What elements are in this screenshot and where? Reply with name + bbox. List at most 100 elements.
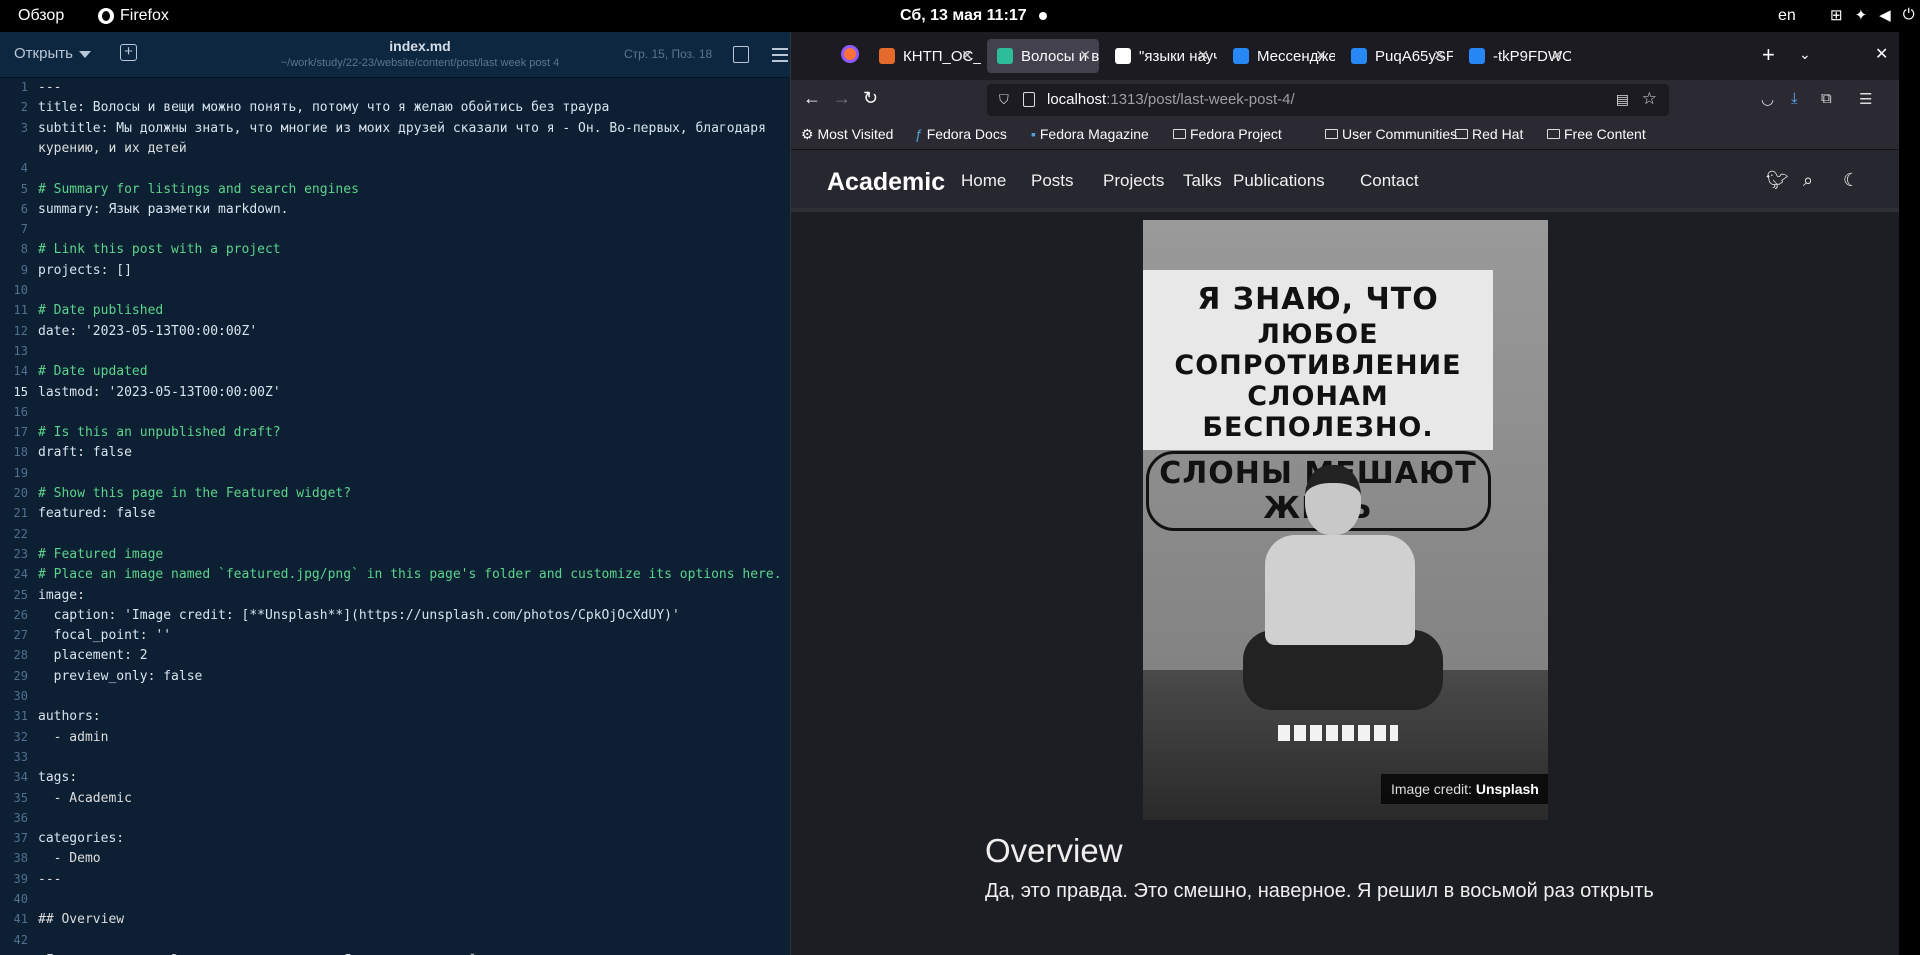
open-button[interactable]: Открыть bbox=[14, 45, 91, 62]
editor-text-area[interactable]: 1 --- 2 title: Волосы и вещи можно понять, … bbox=[0, 78, 790, 955]
nav-link-posts[interactable]: Posts bbox=[1031, 171, 1074, 191]
code-line: placement: 2 bbox=[38, 648, 148, 664]
code-line: title: Волосы и вещи можно понять, потом… bbox=[38, 100, 610, 116]
volume-icon[interactable]: ◀ bbox=[1879, 6, 1891, 24]
bookmark-item[interactable]: ⚙ Most Visited bbox=[801, 126, 893, 143]
navigation-toolbar: ← → ↻ ⛉ localhost:1313/post/last-week-po… bbox=[791, 80, 1899, 120]
yaml-key: date bbox=[38, 323, 70, 339]
tracking-protection-icon[interactable]: ⛉ bbox=[999, 92, 1009, 108]
browser-tab[interactable]: -tkP9FDWOS✕ bbox=[1459, 39, 1571, 73]
new-tab-button[interactable]: + bbox=[1762, 42, 1775, 68]
bookmark-star-icon[interactable]: ☆ bbox=[1642, 89, 1657, 109]
code-line: authors: bbox=[38, 709, 109, 725]
list-all-tabs-icon[interactable]: ⌄ bbox=[1799, 46, 1811, 63]
power-icon[interactable]: ⏻ bbox=[1903, 6, 1915, 24]
code-line: # Featured image bbox=[38, 547, 163, 562]
bookmark-item[interactable]: User Communities bbox=[1325, 126, 1457, 142]
yaml-value: false bbox=[116, 506, 156, 522]
code-comment: # Date published bbox=[38, 303, 164, 319]
system-tray[interactable]: ⊞ ✦ ◀ ⏻ bbox=[1830, 6, 1915, 24]
clock[interactable]: Сб, 13 мая 11:17 bbox=[900, 7, 1027, 25]
nav-link-talks[interactable]: Talks bbox=[1183, 171, 1222, 191]
featured-image: Я ЗНАЮ, ЧТО ЛЮБОЕ СОПРОТИВЛЕНИЕ СЛОНАМ Б… bbox=[1143, 220, 1548, 820]
line-number: 24 bbox=[13, 567, 28, 582]
reload-icon[interactable]: ↻ bbox=[863, 88, 878, 109]
dark-mode-toggle-icon[interactable]: ☾ bbox=[1843, 170, 1859, 191]
accessibility-icon[interactable]: ✦ bbox=[1855, 6, 1868, 24]
code-line: # Date updated bbox=[38, 364, 148, 379]
line-number: 7 bbox=[20, 222, 28, 237]
close-window-icon[interactable]: ✕ bbox=[1875, 44, 1888, 64]
activities-button[interactable]: Обзор bbox=[18, 7, 64, 25]
image-caption: Image credit: Unsplash bbox=[1381, 774, 1548, 804]
close-tab-icon[interactable]: ✕ bbox=[961, 47, 973, 64]
firefox-window: КНТП_ОС_01✕Волосы и вещ✕"языки научн✕Мес… bbox=[790, 32, 1899, 955]
caption-link[interactable]: Unsplash bbox=[1476, 781, 1539, 797]
network-icon[interactable]: ⊞ bbox=[1830, 6, 1843, 24]
line-number: 26 bbox=[13, 607, 28, 622]
close-tab-icon[interactable]: ✕ bbox=[1079, 47, 1091, 64]
line-number: 39 bbox=[13, 871, 28, 886]
bookmark-item[interactable]: ▪ Fedora Magazine bbox=[1031, 126, 1149, 142]
browser-tab[interactable]: Мессенджер✕ bbox=[1223, 39, 1335, 73]
app-menu-button[interactable]: Firefox bbox=[98, 7, 169, 25]
chevron-down-icon bbox=[78, 50, 91, 58]
close-tab-icon[interactable]: ✕ bbox=[1433, 47, 1445, 64]
cursor-position[interactable]: Стр. 15, Поз. 18 bbox=[624, 47, 712, 61]
nav-link-home[interactable]: Home bbox=[961, 171, 1006, 191]
nav-link-projects[interactable]: Projects bbox=[1103, 171, 1164, 191]
downloads-icon[interactable]: ⤓ bbox=[1791, 90, 1798, 107]
yaml-key: featured bbox=[38, 506, 101, 522]
line-number: 12 bbox=[13, 323, 28, 338]
line-number: 22 bbox=[13, 526, 28, 541]
system-top-bar: Обзор Firefox Сб, 13 мая 11:17 en ⊞ ✦ ◀ … bbox=[0, 0, 1920, 32]
back-icon[interactable]: ← bbox=[803, 88, 821, 109]
nav-link-publications[interactable]: Publications bbox=[1233, 171, 1325, 191]
bookmark-item[interactable]: Free Content bbox=[1547, 126, 1646, 142]
browser-tab[interactable]: PuqA65ySFko✕ bbox=[1341, 39, 1453, 73]
bookmark-item[interactable]: Red Hat bbox=[1455, 126, 1523, 142]
save-icon[interactable] bbox=[733, 46, 749, 63]
browser-tab[interactable]: КНТП_ОС_01✕ bbox=[869, 39, 981, 73]
address-bar[interactable]: ⛉ localhost:1313/post/last-week-post-4/ … bbox=[987, 84, 1669, 116]
tab-strip: КНТП_ОС_01✕Волосы и вещ✕"языки научн✕Мес… bbox=[791, 32, 1899, 80]
bookmark-label: Red Hat bbox=[1472, 126, 1524, 142]
reader-view-icon[interactable]: ▤ bbox=[1616, 91, 1629, 108]
site-brand[interactable]: Academic bbox=[827, 168, 945, 197]
hamburger-menu-icon[interactable] bbox=[772, 48, 788, 66]
twitter-icon[interactable]: 🐦︎ bbox=[1766, 170, 1789, 191]
code-line: summary: Язык разметки markdown. bbox=[38, 201, 289, 217]
line-number: 19 bbox=[13, 465, 28, 480]
code-comment: # Place an image named `featured.jpg/png… bbox=[38, 567, 782, 583]
forward-icon[interactable]: → bbox=[833, 88, 851, 109]
pocket-icon[interactable]: ◡ bbox=[1761, 90, 1774, 108]
line-number: 4 bbox=[20, 161, 28, 176]
browser-tab[interactable]: Волосы и вещ✕ bbox=[987, 39, 1099, 73]
bookmark-item[interactable]: Fedora Project bbox=[1173, 126, 1282, 142]
close-tab-icon[interactable]: ✕ bbox=[1315, 47, 1327, 64]
fedora-magazine-icon: ▪ bbox=[1031, 126, 1040, 142]
close-tab-icon[interactable]: ✕ bbox=[1551, 47, 1563, 64]
bookmark-label: Fedora Project bbox=[1190, 126, 1282, 142]
extensions-icon[interactable]: ⧉ bbox=[1821, 90, 1832, 107]
page-info-icon[interactable] bbox=[1023, 92, 1035, 107]
url-host: localhost bbox=[1047, 91, 1107, 108]
yaml-value: false bbox=[163, 668, 203, 684]
bookmark-item[interactable]: ƒ Fedora Docs bbox=[915, 126, 1007, 142]
keyboard-layout-indicator[interactable]: en bbox=[1778, 7, 1796, 25]
line-number: 34 bbox=[13, 770, 28, 785]
firefox-icon bbox=[98, 8, 114, 24]
code-line: --- bbox=[38, 80, 62, 95]
firefox-view-icon[interactable] bbox=[841, 45, 859, 63]
browser-tab[interactable]: "языки научн✕ bbox=[1105, 39, 1217, 73]
new-document-button[interactable]: + bbox=[120, 44, 137, 61]
folder-icon bbox=[1173, 129, 1186, 139]
close-tab-icon[interactable]: ✕ bbox=[1197, 47, 1209, 64]
yaml-value: Язык разметки markdown. bbox=[108, 201, 289, 217]
folder-icon bbox=[1455, 129, 1468, 139]
search-icon[interactable]: ⌕ bbox=[1803, 170, 1813, 191]
app-menu-icon[interactable]: ☰ bbox=[1859, 90, 1872, 108]
nav-link-contact[interactable]: Contact bbox=[1360, 171, 1419, 191]
yaml-key: image bbox=[38, 587, 78, 603]
url-text[interactable]: localhost:1313/post/last-week-post-4/ bbox=[1047, 91, 1295, 108]
